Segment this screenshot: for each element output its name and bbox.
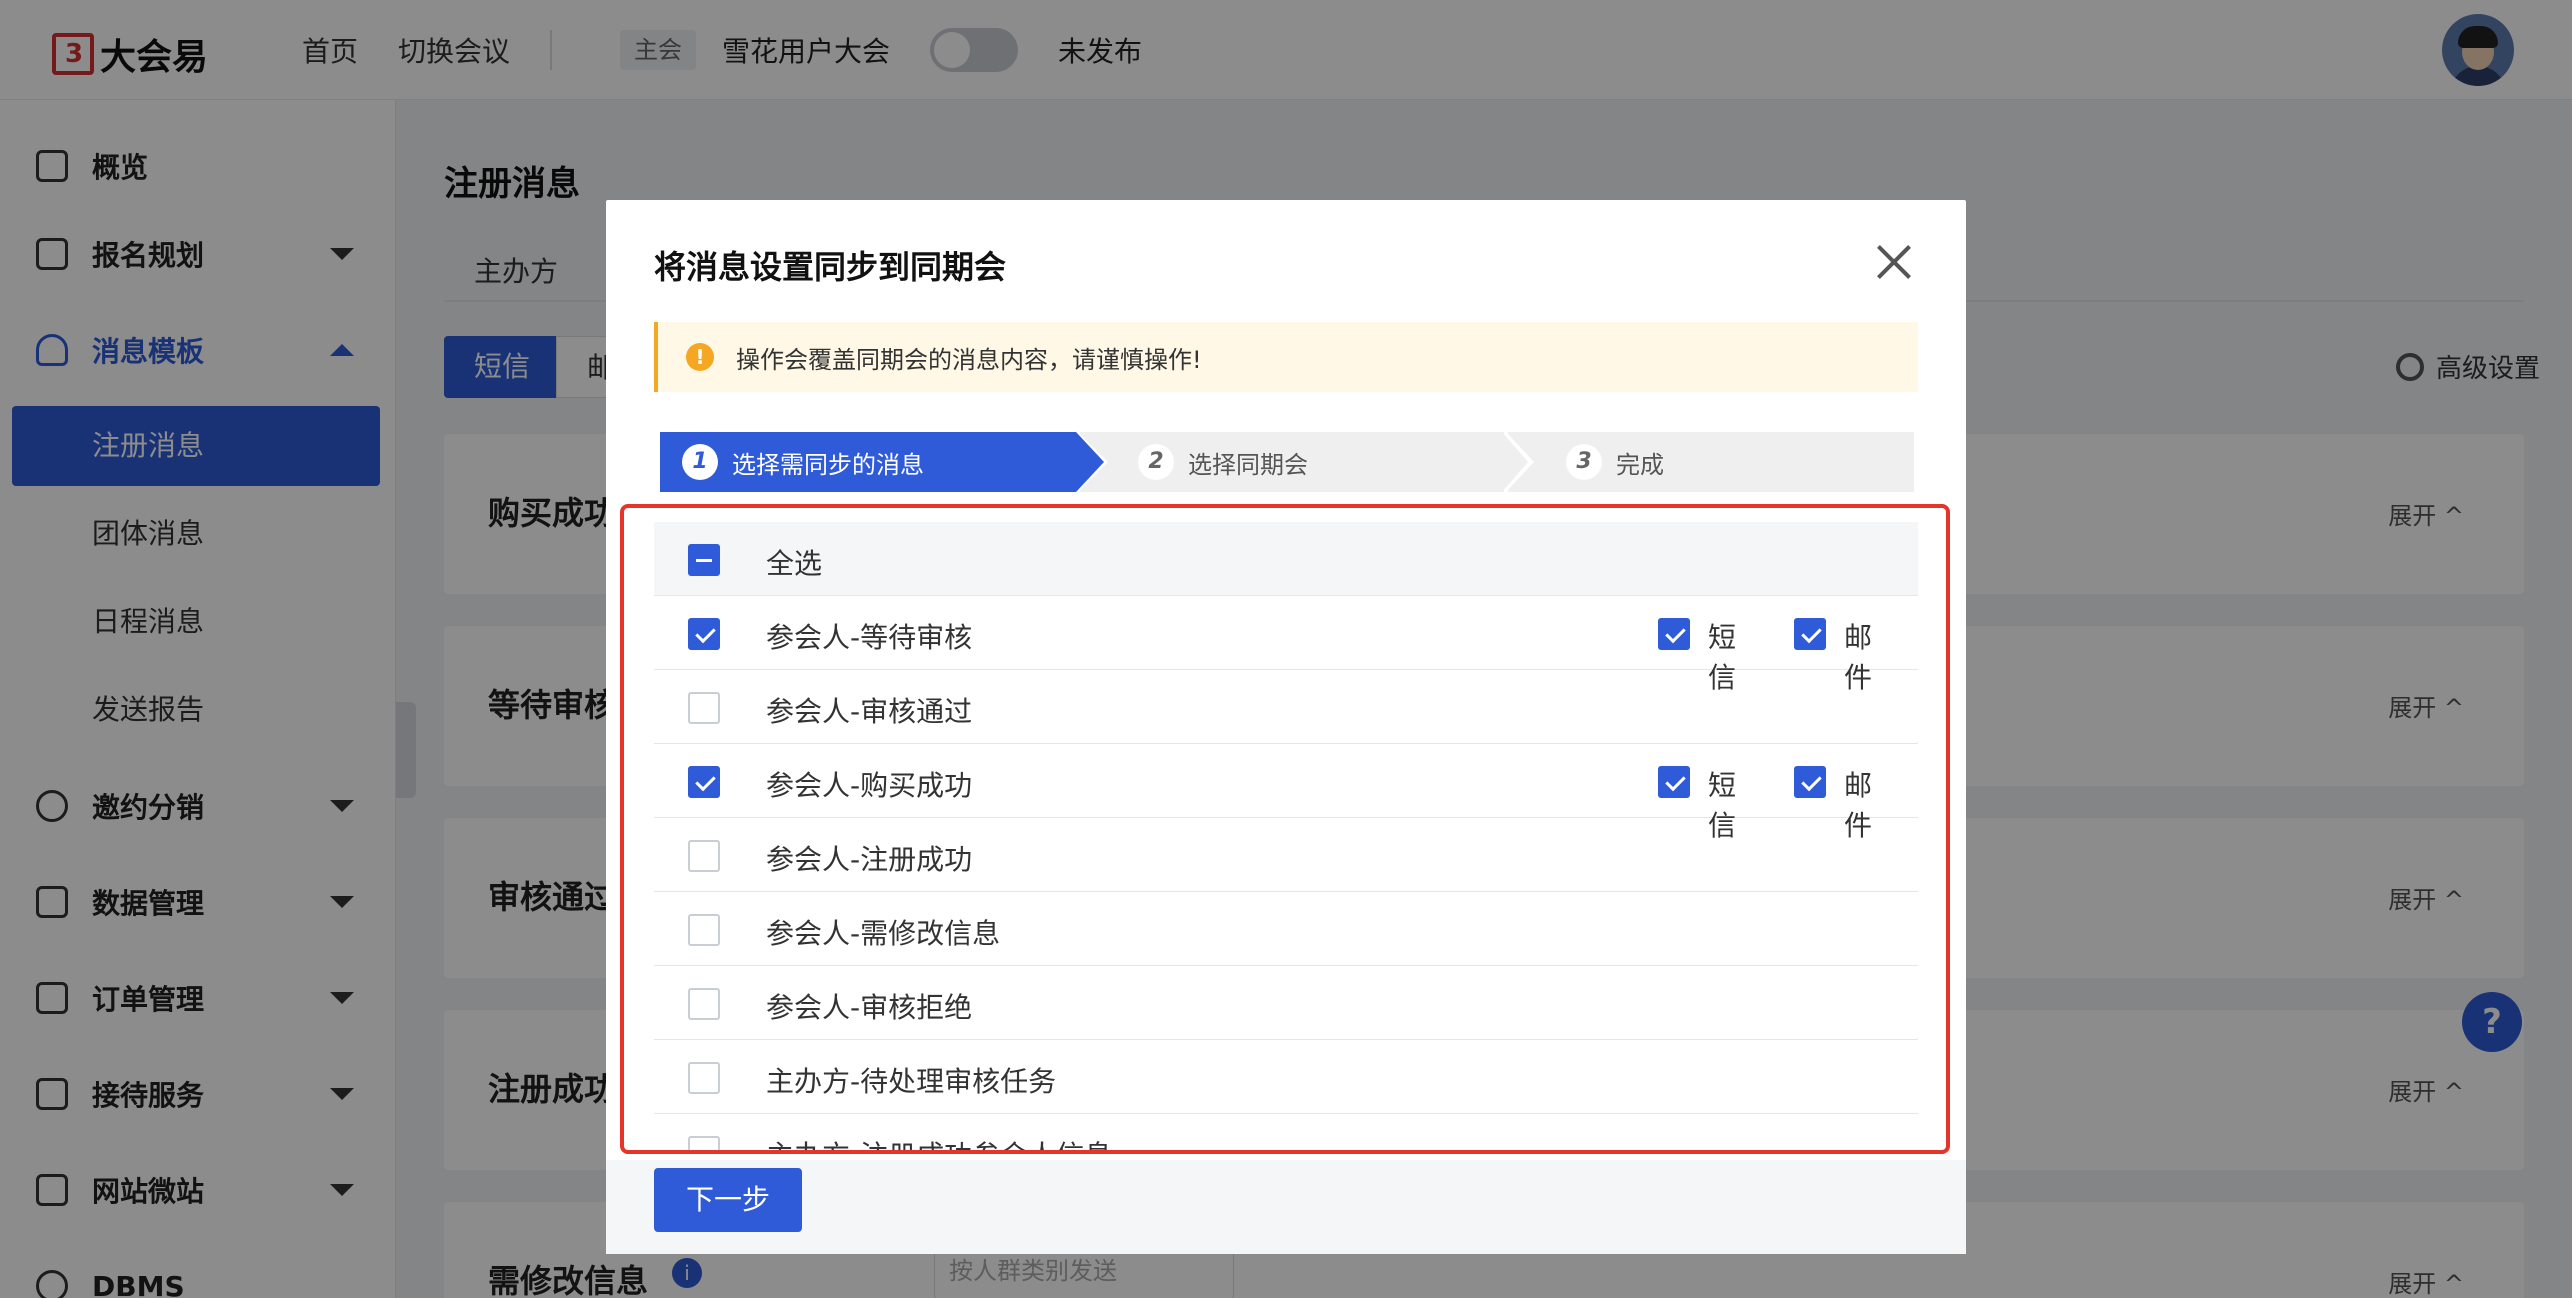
message-label: 参会人-审核通过 <box>766 695 973 728</box>
sync-modal: 将消息设置同步到同期会 ! 操作会覆盖同期会的消息内容，请谨慎操作! 3 完成 … <box>606 200 1966 1254</box>
list-item: 主办方-待处理审核任务 <box>654 1040 1918 1114</box>
message-checkbox[interactable] <box>688 988 720 1020</box>
step-3: 3 完成 <box>1508 432 1914 492</box>
mail-checkbox[interactable] <box>1794 618 1826 650</box>
message-label: 参会人-审核拒绝 <box>766 991 973 1024</box>
message-checkbox[interactable] <box>688 1136 720 1150</box>
sms-checkbox[interactable] <box>1658 766 1690 798</box>
message-checkbox[interactable] <box>688 692 720 724</box>
list-item: 参会人-审核通过 <box>654 670 1918 744</box>
list-item: 主办方-注册成功参会人信息 <box>654 1114 1918 1150</box>
step-number: 3 <box>1566 444 1602 480</box>
warning-alert: ! 操作会覆盖同期会的消息内容，请谨慎操作! <box>654 322 1918 392</box>
message-label: 参会人-购买成功 <box>766 769 973 802</box>
message-label: 参会人-等待审核 <box>766 621 973 654</box>
select-all-checkbox[interactable] <box>688 544 720 576</box>
step-1: 1 选择需同步的消息 <box>660 432 1076 492</box>
select-all-row: 全选 <box>654 522 1918 596</box>
step-2: 2 选择同期会 <box>1080 432 1504 492</box>
message-label: 主办方-注册成功参会人信息 <box>766 1134 1112 1150</box>
next-step-button[interactable]: 下一步 <box>654 1168 802 1232</box>
sms-checkbox[interactable] <box>1658 618 1690 650</box>
step-separator <box>1502 432 1528 492</box>
close-icon[interactable] <box>1876 244 1912 280</box>
list-item: 参会人-购买成功 短信 邮件 <box>654 744 1918 842</box>
message-checkbox[interactable] <box>688 766 720 798</box>
message-checkbox[interactable] <box>688 618 720 650</box>
step-number: 1 <box>682 444 718 480</box>
warning-text: 操作会覆盖同期会的消息内容，请谨慎操作! <box>736 345 1202 374</box>
step-number: 2 <box>1138 444 1174 480</box>
message-label: 参会人-需修改信息 <box>766 917 1001 950</box>
select-all-label: 全选 <box>766 547 823 580</box>
step-label: 选择需同步的消息 <box>732 450 924 479</box>
message-label: 主办方-待处理审核任务 <box>766 1065 1057 1098</box>
list-item: 参会人-需修改信息 <box>654 892 1918 966</box>
modal-title: 将消息设置同步到同期会 <box>654 248 1007 286</box>
list-item: 参会人-等待审核 短信 邮件 <box>654 596 1918 694</box>
stepper: 3 完成 2 选择同期会 1 选择需同步的消息 <box>660 432 1914 492</box>
message-checkbox[interactable] <box>688 1062 720 1094</box>
message-label: 参会人-注册成功 <box>766 843 973 876</box>
list-item: 参会人-审核拒绝 <box>654 966 1918 1040</box>
step-separator <box>1076 432 1104 492</box>
modal-footer <box>606 1160 1966 1254</box>
mail-checkbox[interactable] <box>1794 766 1826 798</box>
step-label: 完成 <box>1616 450 1664 479</box>
warning-icon: ! <box>686 343 714 371</box>
message-checkbox[interactable] <box>688 914 720 946</box>
step-label: 选择同期会 <box>1188 450 1308 479</box>
list-item: 参会人-注册成功 <box>654 818 1918 892</box>
message-selection-list: 全选 参会人-等待审核 短信 邮件 参会人-审核通过 参会人-购买成功 短信 邮… <box>620 504 1950 1154</box>
message-checkbox[interactable] <box>688 840 720 872</box>
